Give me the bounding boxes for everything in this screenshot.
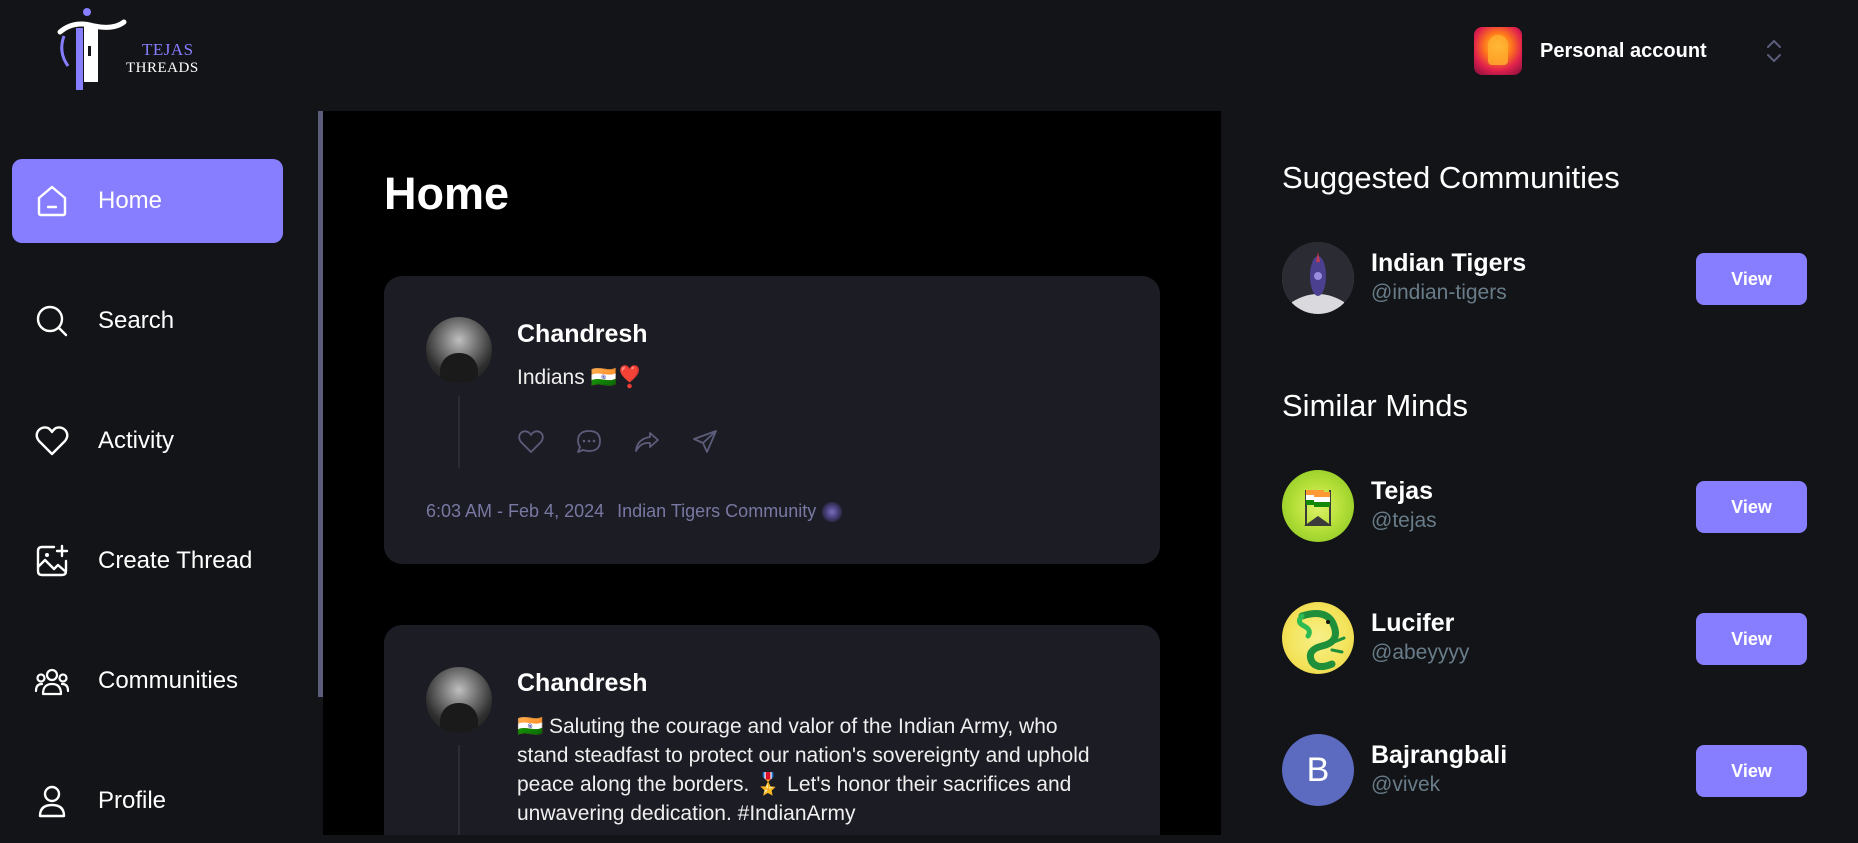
community-name[interactable]: Indian Tigers bbox=[1371, 249, 1526, 278]
share-icon[interactable] bbox=[691, 428, 719, 456]
image-plus-icon bbox=[34, 543, 70, 579]
account-switcher[interactable]: Personal account bbox=[1474, 26, 1781, 76]
post-timestamp: 6:03 AM - Feb 4, 2024 bbox=[426, 501, 605, 521]
sidebar-item-communities[interactable]: Communities bbox=[12, 639, 283, 723]
view-user-button[interactable]: View bbox=[1696, 745, 1807, 797]
right-sidebar: Suggested Communities Indian Tigers @ind… bbox=[1221, 111, 1858, 835]
view-user-button[interactable]: View bbox=[1696, 481, 1807, 533]
view-user-button[interactable]: View bbox=[1696, 613, 1807, 665]
post-author[interactable]: Chandresh bbox=[517, 669, 648, 698]
user-handle: @vivek bbox=[1371, 773, 1441, 796]
sidebar-item-search[interactable]: Search bbox=[12, 279, 283, 363]
flags-icon bbox=[1304, 490, 1332, 526]
reply-icon[interactable] bbox=[575, 428, 603, 456]
sidebar-item-label: Communities bbox=[98, 667, 239, 694]
home-icon bbox=[34, 183, 70, 219]
post-text: 🇮🇳 Saluting the courage and valor of the… bbox=[517, 715, 1090, 825]
user-avatar[interactable] bbox=[1282, 470, 1354, 542]
post-community-link[interactable]: Indian Tigers Community bbox=[617, 501, 816, 522]
thread-line bbox=[458, 396, 460, 468]
logo-mark-icon bbox=[57, 8, 127, 90]
search-icon bbox=[34, 303, 70, 339]
user-avatar[interactable] bbox=[1282, 602, 1354, 674]
sidebar-item-label: Create Thread bbox=[98, 547, 253, 574]
post-meta: 6:03 AM - Feb 4, 2024 Indian Tigers Comm… bbox=[426, 501, 843, 522]
chevrons-up-down-icon[interactable] bbox=[1764, 36, 1784, 66]
user-handle: @abeyyyy bbox=[1371, 641, 1470, 664]
sidebar-item-create-thread[interactable]: Create Thread bbox=[12, 519, 283, 603]
similar-minds-title: Similar Minds bbox=[1282, 388, 1469, 423]
thread-card: Chandresh Indians 🇮🇳❣️ 6:03 AM - Feb 4, … bbox=[384, 276, 1160, 564]
account-avatar bbox=[1474, 27, 1522, 75]
left-sidebar: Home Search Activity Create Thread Commu… bbox=[0, 111, 318, 835]
post-text: Indians 🇮🇳❣️ bbox=[517, 366, 643, 389]
page-title: Home bbox=[384, 168, 510, 219]
sidebar-item-label: Profile bbox=[98, 787, 167, 814]
view-community-button[interactable]: View bbox=[1696, 253, 1807, 305]
community-avatar[interactable] bbox=[1282, 242, 1354, 314]
brand-name-line2: THREADS bbox=[126, 60, 199, 76]
sidebar-item-home[interactable]: Home bbox=[12, 159, 283, 243]
like-icon[interactable] bbox=[517, 428, 545, 456]
community-avatar bbox=[822, 501, 843, 522]
sidebar-item-label: Home bbox=[98, 187, 163, 214]
sidebar-item-activity[interactable]: Activity bbox=[12, 399, 283, 483]
dragon-icon bbox=[1296, 610, 1346, 671]
thread-card: Chandresh 🇮🇳 Saluting the courage and va… bbox=[384, 625, 1160, 835]
suggested-communities-title: Suggested Communities bbox=[1282, 160, 1620, 195]
user-avatar[interactable]: B bbox=[1282, 734, 1354, 806]
topbar: TEJAS THREADS Personal account bbox=[0, 0, 1858, 111]
sidebar-item-profile[interactable]: Profile bbox=[12, 759, 283, 843]
tiger-emblem-icon bbox=[1282, 242, 1354, 314]
user-handle: @tejas bbox=[1371, 509, 1437, 532]
author-avatar[interactable] bbox=[426, 667, 492, 733]
thread-line bbox=[458, 745, 460, 835]
main-feed: Home Chandresh Indians 🇮🇳❣️ 6:03 AM - Fe… bbox=[323, 111, 1221, 835]
author-avatar[interactable] bbox=[426, 317, 492, 383]
sidebar-item-label: Search bbox=[98, 307, 175, 334]
user-name[interactable]: Tejas bbox=[1371, 477, 1433, 506]
brand-name-line1: TEJAS bbox=[142, 40, 194, 59]
user-name[interactable]: Bajrangbali bbox=[1371, 741, 1507, 770]
app-logo[interactable]: TEJAS THREADS bbox=[54, 6, 204, 94]
community-handle: @indian-tigers bbox=[1371, 281, 1507, 304]
account-label: Personal account bbox=[1540, 39, 1707, 62]
user-icon bbox=[34, 783, 70, 819]
avatar-initial: B bbox=[1306, 750, 1330, 789]
user-name[interactable]: Lucifer bbox=[1371, 609, 1454, 638]
sidebar-item-label: Activity bbox=[98, 427, 175, 454]
users-icon bbox=[34, 663, 70, 699]
repost-icon[interactable] bbox=[633, 428, 661, 456]
post-actions bbox=[517, 428, 719, 456]
post-author[interactable]: Chandresh bbox=[517, 320, 648, 349]
heart-icon bbox=[34, 423, 70, 459]
